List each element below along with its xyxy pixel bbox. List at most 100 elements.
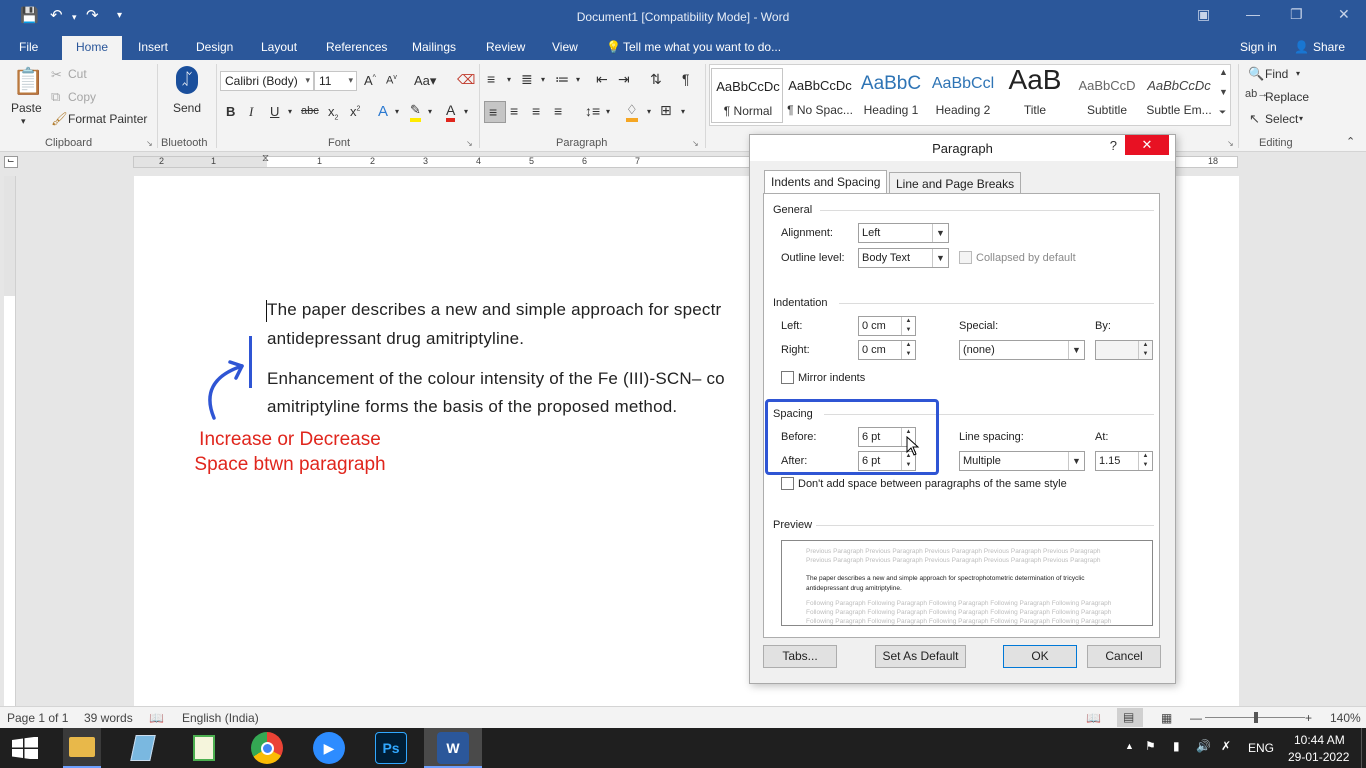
- paragraph-2-line-2[interactable]: amitriptyline forms the basis of the pro…: [267, 397, 677, 417]
- shading-dropdown-icon[interactable]: ▾: [647, 107, 651, 116]
- styles-more-icon[interactable]: ⏷: [1219, 108, 1226, 117]
- photoshop-icon[interactable]: Ps: [375, 732, 407, 764]
- justify-icon[interactable]: ≡: [554, 103, 562, 119]
- select-dropdown-icon[interactable]: ▾: [1299, 114, 1303, 123]
- tab-mailings[interactable]: Mailings: [412, 40, 456, 54]
- tray-flag-icon[interactable]: ⚑: [1145, 739, 1156, 753]
- font-launcher-icon[interactable]: ↘: [466, 140, 473, 148]
- borders-dropdown-icon[interactable]: ▾: [681, 107, 685, 116]
- font-name-combo[interactable]: Calibri (Body) ▾: [220, 71, 314, 91]
- style-no-spacing[interactable]: AaBbCcDc ¶ No Spac...: [784, 68, 856, 123]
- tab-insert[interactable]: Insert: [138, 40, 168, 54]
- underline-dropdown-icon[interactable]: ▾: [288, 107, 292, 116]
- close-window-icon[interactable]: ✕: [1338, 6, 1350, 23]
- chrome-icon[interactable]: [251, 732, 283, 764]
- spin-up-icon[interactable]: ▲: [902, 341, 915, 350]
- shrink-font-icon[interactable]: Av: [386, 74, 397, 87]
- style-title[interactable]: AaB Title: [999, 64, 1071, 123]
- highlight-dropdown-icon[interactable]: ▾: [428, 107, 432, 116]
- copy-button[interactable]: Copy: [68, 90, 96, 104]
- tell-me-box[interactable]: Tell me what you want to do...: [623, 40, 781, 54]
- subscript-icon[interactable]: x2: [328, 104, 338, 122]
- highlight-icon[interactable]: ✎: [410, 102, 421, 122]
- file-explorer-icon[interactable]: [63, 728, 101, 768]
- bullets-dropdown-icon[interactable]: ▾: [507, 75, 511, 84]
- tray-expand-icon[interactable]: ▲: [1125, 741, 1134, 751]
- bluetooth-icon[interactable]: ᛢ: [176, 66, 198, 94]
- align-center-icon[interactable]: ≡: [510, 103, 518, 119]
- change-case-icon[interactable]: Aa▾: [414, 73, 436, 89]
- dialog-close-button[interactable]: ✕: [1125, 135, 1169, 155]
- style-heading-1[interactable]: AaBbC Heading 1: [855, 68, 927, 123]
- spin-up-icon[interactable]: ▲: [1139, 452, 1152, 461]
- spin-down-icon[interactable]: ▼: [902, 326, 915, 335]
- tab-references[interactable]: References: [326, 40, 387, 54]
- find-dropdown-icon[interactable]: ▾: [1296, 69, 1300, 78]
- tab-indents-and-spacing[interactable]: Indents and Spacing: [764, 170, 888, 194]
- cancel-button[interactable]: Cancel: [1087, 645, 1161, 668]
- spinner-buttons[interactable]: ▲▼: [1138, 452, 1152, 470]
- zoom-in-icon[interactable]: +: [1305, 711, 1312, 725]
- zoom-level[interactable]: 140%: [1330, 711, 1361, 725]
- alignment-select[interactable]: Left ▼: [858, 223, 949, 243]
- tab-layout[interactable]: Layout: [261, 40, 297, 54]
- clear-formatting-icon[interactable]: ⌫: [457, 72, 475, 88]
- dont-add-space-checkbox[interactable]: [781, 477, 794, 490]
- zoom-app-icon[interactable]: ▶: [313, 732, 345, 764]
- dialog-title-bar[interactable]: Paragraph ? ✕: [750, 135, 1175, 161]
- print-layout-button[interactable]: ▤: [1117, 708, 1143, 727]
- underline-icon[interactable]: U: [270, 104, 279, 119]
- cut-button[interactable]: Cut: [68, 67, 87, 81]
- tray-battery-icon[interactable]: ▮: [1173, 739, 1180, 753]
- tray-volume-icon[interactable]: 🔊: [1196, 739, 1211, 753]
- set-as-default-button[interactable]: Set As Default: [875, 645, 966, 668]
- clipboard-launcher-icon[interactable]: ↘: [146, 140, 153, 148]
- style-subtle-emphasis[interactable]: AaBbCcDc Subtle Em...: [1143, 68, 1215, 123]
- align-left-button[interactable]: ≡: [484, 101, 506, 123]
- zoom-out-icon[interactable]: —: [1190, 711, 1202, 725]
- word-count[interactable]: 39 words: [84, 711, 133, 725]
- numbering-icon[interactable]: ≣: [521, 71, 533, 88]
- tray-time[interactable]: 10:44 AM: [1294, 733, 1345, 747]
- bluetooth-send-button[interactable]: Send: [173, 101, 201, 115]
- shading-icon[interactable]: ♢: [626, 102, 638, 122]
- paragraph-1-line-2[interactable]: antidepressant drug amitriptyline.: [267, 329, 524, 349]
- select-button[interactable]: Select: [1265, 112, 1298, 126]
- paste-dropdown-icon[interactable]: ▾: [21, 116, 26, 127]
- font-size-combo[interactable]: 11 ▾: [314, 71, 357, 91]
- zoom-slider-thumb[interactable]: [1254, 712, 1258, 723]
- proofing-icon[interactable]: 📖: [149, 711, 164, 725]
- vertical-ruler[interactable]: [4, 176, 16, 706]
- line-spacing-dropdown-icon[interactable]: ▾: [606, 107, 610, 116]
- ok-button[interactable]: OK: [1003, 645, 1077, 668]
- tab-view[interactable]: View: [552, 40, 578, 54]
- paste-button[interactable]: Paste: [11, 101, 42, 115]
- show-formatting-icon[interactable]: ¶: [682, 71, 690, 87]
- style-heading-2[interactable]: AaBbCcl Heading 2: [927, 68, 999, 123]
- style-subtitle[interactable]: AaBbCcD Subtitle: [1071, 68, 1143, 123]
- tab-file[interactable]: File: [19, 40, 38, 54]
- line-spacing-select[interactable]: Multiple ▼: [959, 451, 1085, 471]
- collapse-ribbon-icon[interactable]: ⌃: [1346, 137, 1355, 148]
- spin-down-icon[interactable]: ▼: [1139, 461, 1152, 470]
- indent-left-spinner[interactable]: 0 cm ▲ ▼: [858, 316, 916, 336]
- indent-right-spinner[interactable]: 0 cm ▲ ▼: [858, 340, 916, 360]
- ribbon-display-icon[interactable]: ▣: [1197, 6, 1210, 23]
- outline-level-select[interactable]: Body Text ▼: [858, 248, 949, 268]
- show-desktop-button[interactable]: [1361, 728, 1366, 768]
- tab-line-and-page-breaks[interactable]: Line and Page Breaks: [889, 172, 1022, 194]
- restore-icon[interactable]: ❐: [1290, 6, 1303, 23]
- help-button[interactable]: ?: [1110, 138, 1117, 153]
- tray-date[interactable]: 29-01-2022: [1288, 750, 1349, 764]
- borders-icon[interactable]: ⊞: [660, 102, 672, 119]
- style-normal[interactable]: AaBbCcDc ¶ Normal: [711, 68, 783, 123]
- italic-icon[interactable]: I: [249, 104, 253, 120]
- web-layout-icon[interactable]: ▦: [1161, 711, 1172, 725]
- special-select[interactable]: (none) ▼: [959, 340, 1085, 360]
- mirror-indents-checkbox[interactable]: [781, 371, 794, 384]
- multilevel-list-icon[interactable]: ≔: [555, 71, 569, 88]
- sort-icon[interactable]: ⇅: [650, 71, 662, 88]
- spin-up-icon[interactable]: ▲: [902, 317, 915, 326]
- spin-down-icon[interactable]: ▼: [902, 350, 915, 359]
- word-taskbar-button[interactable]: W: [424, 728, 482, 768]
